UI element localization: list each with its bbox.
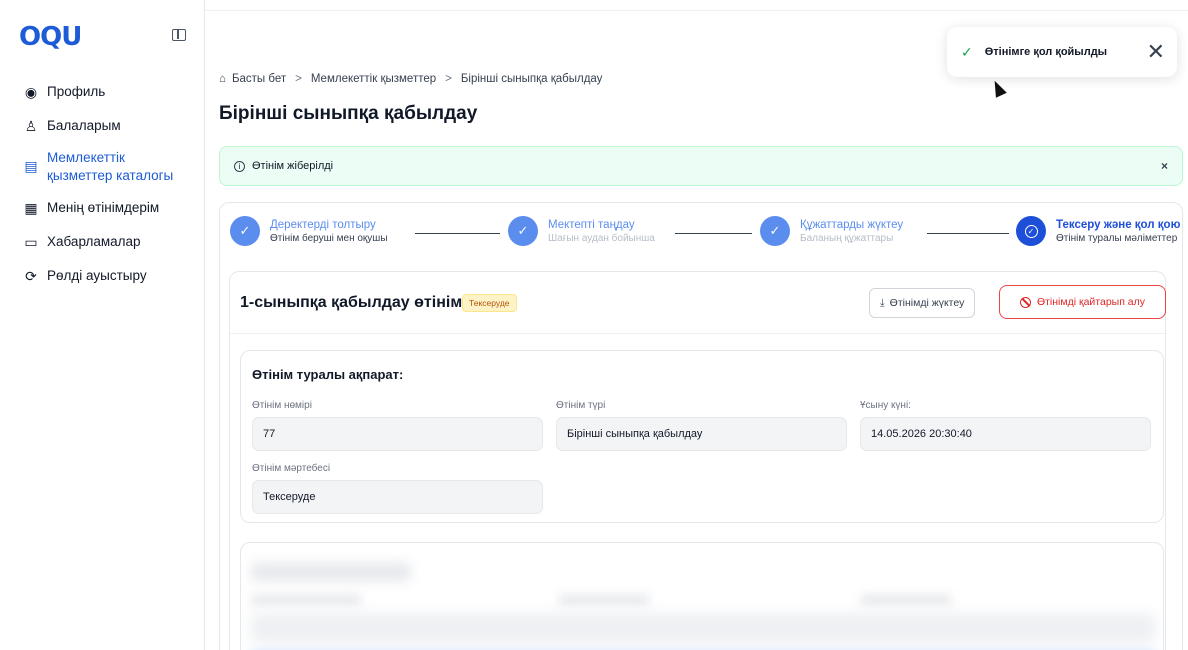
success-alert: i Өтінім жіберілді × — [219, 146, 1183, 186]
step-fill-data[interactable]: ✓ Деректерді толтыру Өтінім беруші мен о… — [230, 216, 388, 246]
sidebar-item-services-catalog[interactable]: ▤ Мемлекеттік қызметтер каталогы — [0, 149, 205, 185]
sidebar-item-switch-role[interactable]: ⟳ Рөлді ауыстыру — [0, 267, 205, 285]
home-icon: ⌂ — [219, 73, 226, 85]
field-value: Тексеруде — [252, 480, 543, 514]
main-content: ⌂ Басты бет > Мемлекеттік қызметтер > Бі… — [205, 0, 1188, 650]
step-subtitle: Өтінім беруші мен оқушы — [270, 232, 388, 244]
step-title: Құжаттарды жүктеу — [800, 218, 904, 231]
logo-text: OQU — [19, 22, 82, 52]
field-application-status: Өтінім мәртебесі Тексеруде — [252, 463, 543, 514]
step-connector — [415, 233, 500, 234]
check-icon: ✓ — [961, 43, 973, 60]
download-label: Өтінімді жүктеу — [889, 297, 965, 309]
check-icon: ✓ — [230, 216, 260, 246]
breadcrumb-services[interactable]: Мемлекеттік қызметтер — [311, 73, 436, 85]
message-icon: ▭ — [24, 233, 38, 250]
field-label: Өтінім мәртебесі — [252, 463, 331, 474]
step-subtitle: Шағын аудан бойынша — [548, 232, 655, 244]
current-step-icon: ✓ — [1016, 216, 1046, 246]
sidebar-menu: ◉ Профиль ♙ Балаларым ▤ Мемлекеттік қызм… — [0, 80, 205, 285]
sidebar-item-label: Менің өтінімдерім — [47, 200, 160, 215]
application-card: 1-сыныпқа қабылдау өтінімі Тексеруде ⤓ Ө… — [229, 271, 1167, 650]
sidebar-item-notifications[interactable]: ▭ Хабарламалар — [0, 233, 205, 251]
check-icon: ✓ — [760, 216, 790, 246]
step-upload-documents[interactable]: ✓ Құжаттарды жүктеу Баланың құжаттары — [760, 216, 903, 246]
field-application-number: Өтінім нөмірі 77 — [252, 400, 543, 451]
child-icon: ♙ — [24, 117, 38, 134]
status-badge: Тексеруде — [462, 294, 517, 312]
sidebar-item-label: Профиль — [47, 84, 106, 99]
application-info-card: Өтінім туралы ақпарат: Өтінім нөмірі 77 … — [240, 350, 1164, 523]
clipboard-icon: ▦ — [24, 199, 38, 216]
breadcrumb-home[interactable]: Басты бет — [232, 73, 286, 85]
sidebar-item-label: Мемлекеттік қызметтер каталогы — [47, 150, 174, 183]
info-icon: i — [234, 160, 245, 172]
field-submission-date: Ұсыну күні: 14.05.2026 20:30:40 — [860, 400, 1151, 451]
stepper: ✓ Деректерді толтыру Өтінім беруші мен о… — [230, 216, 1185, 252]
page-title: Бірінші сыныпқа қабылдау — [219, 103, 478, 124]
field-label: Өтінім түрі — [556, 400, 606, 411]
step-connector — [675, 233, 752, 234]
check-icon: ✓ — [508, 216, 538, 246]
ban-icon — [1019, 296, 1031, 308]
application-wizard-card: ✓ Деректерді толтыру Өтінім беруші мен о… — [219, 202, 1183, 650]
download-application-button[interactable]: ⤓ Өтінімді жүктеу — [869, 288, 976, 318]
breadcrumb-current: Бірінші сыныпқа қабылдау — [460, 73, 603, 85]
step-subtitle: Өтінім туралы мәліметтер — [1056, 232, 1178, 244]
alert-text: Өтінім жіберілді — [252, 160, 334, 172]
toast-close-button[interactable]: ✕ — [1147, 41, 1165, 63]
sidebar-item-my-applications[interactable]: ▦ Менің өтінімдерім — [0, 199, 205, 217]
field-label: Өтінім нөмірі — [252, 400, 312, 411]
toast-text: Өтінімге қол қойылды — [984, 46, 1108, 58]
breadcrumb: ⌂ Басты бет > Мемлекеттік қызметтер > Бі… — [219, 73, 602, 85]
field-value: 77 — [252, 417, 543, 451]
revoke-application-button[interactable]: Өтінімді қайтарып алу — [999, 285, 1166, 319]
step-subtitle: Баланың құжаттары — [800, 232, 894, 244]
toast-notification: ✓ Өтінімге қол қойылды ✕ — [947, 27, 1177, 77]
breadcrumb-separator: > — [445, 73, 452, 85]
step-review-sign[interactable]: ✓ Тексеру және қол қою Өтінім туралы мәл… — [1016, 216, 1180, 246]
header-divider — [205, 10, 1188, 11]
step-title: Мектепті таңдау — [548, 218, 635, 231]
download-icon: ⤓ — [880, 296, 885, 309]
switch-icon: ⟳ — [25, 267, 37, 284]
oqu-logo[interactable]: OQU — [19, 22, 82, 52]
application-title: 1-сыныпқа қабылдау өтінімі — [240, 294, 467, 311]
sidebar-item-label: Хабарламалар — [47, 234, 141, 249]
step-title: Деректерді толтыру — [270, 218, 376, 231]
field-application-type: Өтінім түрі Бірінші сыныпқа қабылдау — [556, 400, 847, 451]
application-header: 1-сыныпқа қабылдау өтінімі Тексеруде ⤓ Ө… — [230, 272, 1167, 334]
catalog-icon: ▤ — [24, 157, 38, 174]
sidebar: OQU ◉ Профиль ♙ Балаларым ▤ Мемлекеттік … — [0, 0, 205, 650]
field-value: Бірінші сыныпқа қабылдау — [556, 417, 847, 451]
sidebar-item-children[interactable]: ♙ Балаларым — [0, 117, 205, 135]
field-value: 14.05.2026 20:30:40 — [860, 417, 1151, 451]
info-title: Өтінім туралы ақпарат: — [252, 367, 404, 382]
blurred-section — [240, 542, 1164, 650]
field-label: Ұсыну күні: — [860, 400, 911, 411]
sidebar-item-profile[interactable]: ◉ Профиль — [0, 83, 205, 101]
user-circle-icon: ◉ — [24, 83, 38, 100]
step-choose-school[interactable]: ✓ Мектепті таңдау Шағын аудан бойынша — [508, 216, 655, 246]
sidebar-item-label: Рөлді ауыстыру — [47, 268, 147, 283]
step-title: Тексеру және қол қою — [1056, 218, 1181, 231]
breadcrumb-separator: > — [295, 73, 302, 85]
sidebar-collapse-icon[interactable] — [172, 29, 186, 41]
sidebar-item-label: Балаларым — [47, 118, 121, 133]
alert-close-button[interactable]: × — [1161, 159, 1168, 173]
step-connector — [927, 233, 1009, 234]
revoke-label: Өтінімді қайтарып алу — [1036, 296, 1146, 308]
